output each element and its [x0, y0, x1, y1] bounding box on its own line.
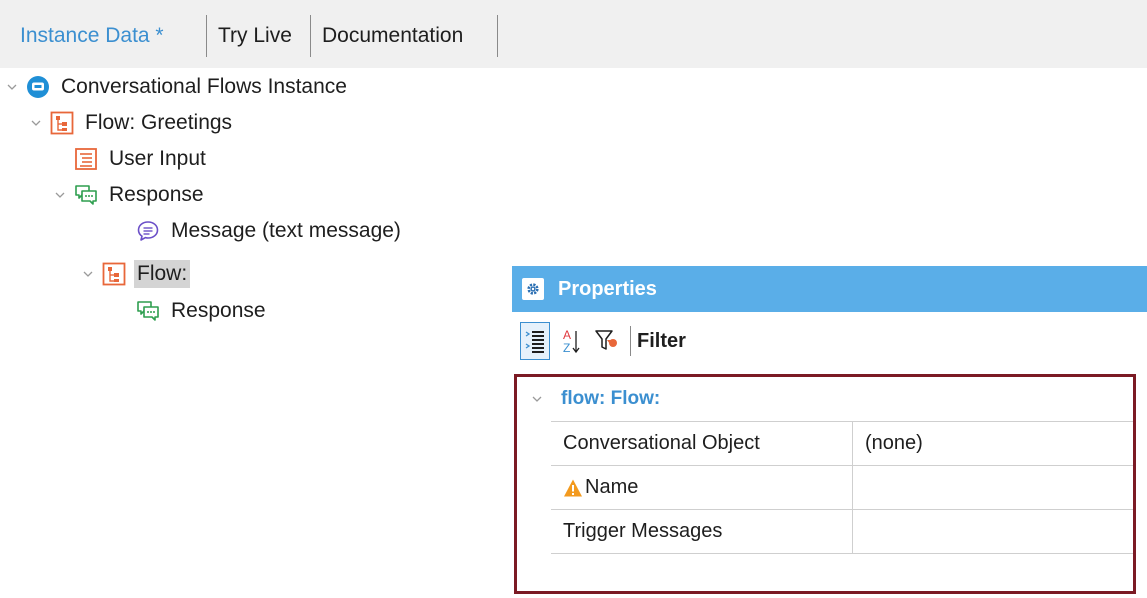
svg-text:Z: Z: [563, 341, 570, 355]
property-grid: Conversational Object (none) Name Trigge…: [551, 421, 1133, 554]
property-name: Name: [551, 466, 853, 509]
tree-node-label: Response: [171, 299, 266, 322]
tab-divider: [206, 15, 207, 57]
property-name: Trigger Messages: [551, 510, 853, 553]
chevron-down-icon[interactable]: [529, 391, 545, 407]
property-row-trigger-messages[interactable]: Trigger Messages: [551, 509, 1133, 554]
tree-node-label: Response: [109, 183, 204, 206]
message-icon: [136, 219, 160, 243]
user-input-icon: [74, 147, 98, 171]
chevron-down-icon[interactable]: [4, 79, 20, 95]
tree-node-label: Flow:: [134, 260, 191, 288]
tab-instance-data[interactable]: Instance Data *: [20, 15, 164, 57]
sort-alphabetical-button[interactable]: A Z: [556, 322, 586, 360]
categorized-icon: [525, 331, 544, 353]
response-icon: [74, 183, 98, 207]
tree-node-root[interactable]: Conversational Flows Instance: [4, 70, 350, 104]
property-value[interactable]: [853, 510, 1133, 553]
flow-icon: [50, 111, 74, 135]
property-name-text: Trigger Messages: [563, 520, 723, 542]
properties-toolbar: A Z Filter: [512, 316, 1147, 366]
tab-divider: [497, 15, 498, 57]
tree-node-user-input[interactable]: User Input: [74, 142, 209, 176]
properties-header: Properties: [512, 266, 1147, 312]
tree-node-flow-greetings[interactable]: Flow: Greetings: [28, 106, 235, 140]
filter-button[interactable]: [592, 322, 622, 360]
property-category-label: flow: Flow:: [561, 388, 661, 409]
conversational-instance-icon: [26, 75, 50, 99]
tab-try-live[interactable]: Try Live: [218, 15, 292, 57]
warning-icon: [564, 479, 582, 496]
tab-divider: [310, 15, 311, 57]
property-name: Conversational Object: [551, 422, 853, 465]
categorized-view-button[interactable]: [520, 322, 550, 360]
property-name-text: Name: [585, 476, 639, 498]
tree-node-label: Conversational Flows Instance: [61, 75, 347, 98]
toolbar-divider: [630, 326, 631, 356]
sort-az-icon: A Z: [563, 328, 580, 355]
tree-node-response[interactable]: Response: [52, 178, 207, 212]
property-name-text: Conversational Object: [563, 432, 760, 454]
chevron-down-icon[interactable]: [52, 187, 68, 203]
property-value[interactable]: [853, 466, 1133, 509]
chevron-down-icon[interactable]: [28, 115, 44, 131]
filter-label[interactable]: Filter: [637, 330, 686, 353]
tree-node-label: Message (text message): [171, 219, 401, 242]
tree-node-message[interactable]: Message (text message): [136, 214, 404, 248]
property-category[interactable]: flow: Flow:: [517, 377, 1133, 421]
document-tab-bar: Instance Data * Try Live Documentation: [0, 0, 1147, 68]
property-value[interactable]: (none): [853, 422, 1133, 465]
tab-documentation[interactable]: Documentation: [322, 15, 463, 57]
flow-icon: [102, 262, 126, 286]
tree-node-label: Flow: Greetings: [85, 111, 233, 134]
svg-text:A: A: [563, 328, 571, 342]
property-row-conversational-object[interactable]: Conversational Object (none): [551, 421, 1133, 465]
tree-node-label: User Input: [109, 147, 206, 170]
tree-node-flow-selected[interactable]: Flow:: [80, 257, 191, 291]
property-row-name[interactable]: Name: [551, 465, 1133, 509]
properties-title: Properties: [558, 277, 657, 300]
property-grid-highlight: flow: Flow: Conversational Object (none)…: [514, 374, 1136, 594]
gear-icon: [522, 278, 544, 300]
response-icon: [136, 299, 160, 323]
filter-icon: [595, 330, 617, 350]
chevron-down-icon[interactable]: [80, 266, 96, 282]
tree-node-response[interactable]: Response: [136, 294, 269, 328]
